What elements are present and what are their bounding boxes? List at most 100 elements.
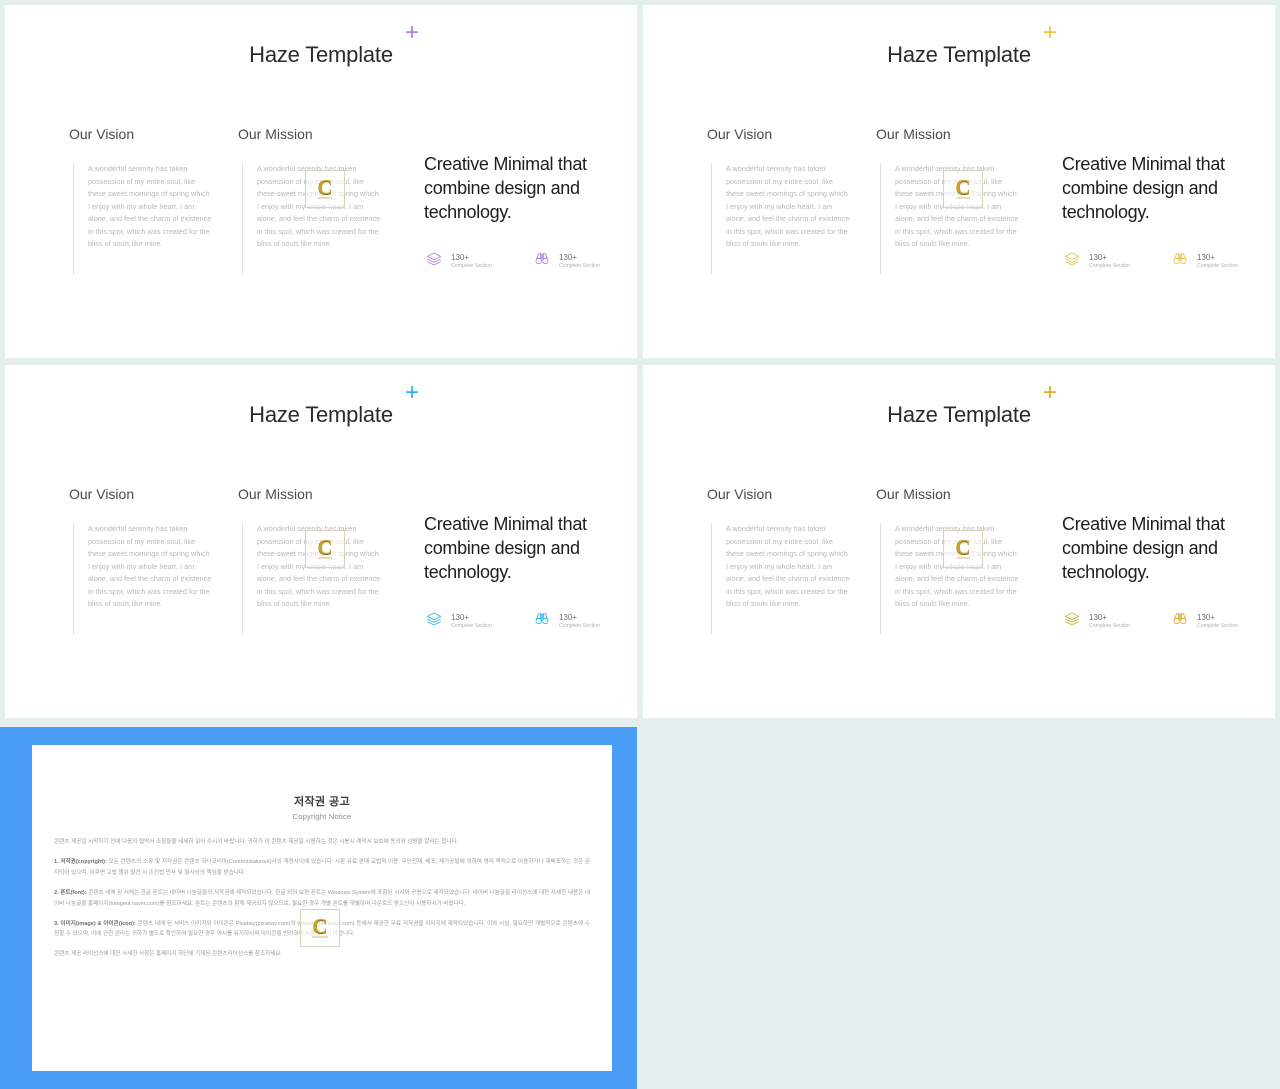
column-heading-vision: Our Vision (69, 126, 135, 142)
document-footer-paragraph: 콘텐츠 제공 라이선스에 대한 사세한 사항은 홈페이지 하단에 기재된 콘텐츠… (54, 951, 283, 958)
document-title-en: Copyright Notice (292, 812, 352, 821)
stat-item: 130+ Complete Section (1172, 611, 1238, 632)
copyright-document-frame[interactable]: 저작권 공고 Copyright Notice 콘텐츠 제공일 시작하기 전에 … (0, 727, 637, 1089)
column-body-mission-text: A wonderful serenity has taken possessio… (257, 164, 381, 249)
column-body-vision: A wonderful serenity has taken possessio… (73, 163, 213, 275)
layers-icon (1064, 611, 1080, 632)
slide-title: Haze Template (887, 42, 1031, 67)
document-section-1: 1. 저작권(copyright): 모든 콘텐츠의 소유 및 저작권은 콘텐츠… (54, 857, 590, 879)
stat-item: 130+ Complete Section (426, 611, 492, 632)
column-heading-mission: Our Mission (876, 126, 951, 142)
stat-number: 130+ (558, 613, 577, 623)
column-body-mission-text: A wonderful serenity has taken possessio… (895, 164, 1019, 249)
stat-caption: Complete Section (451, 623, 492, 630)
stat-number: 130+ (1089, 253, 1108, 263)
stat-item: 130+ Complete Section (1172, 251, 1238, 272)
headline: Creative Minimal that combine design and… (1062, 514, 1225, 582)
slide-title: Haze Template (249, 42, 393, 67)
stat-item: 130+ Complete Section (426, 251, 492, 272)
binoculars-icon (1172, 611, 1188, 632)
document-section-2: 2. 폰트(font): 콘텐츠 내에 된 서체는 한글 폰트는 네이버 나눔글… (54, 888, 590, 910)
column-body-mission: A wonderful serenity has taken possessio… (880, 163, 1020, 275)
slide-content: + Haze Template Our Vision Our Mission A won… (5, 5, 637, 358)
column-heading-vision: Our Vision (707, 486, 773, 502)
stat-text: 130+ Complete Section (1197, 613, 1238, 630)
column-heading-vision: Our Vision (707, 126, 773, 142)
column-body-mission: A wonderful serenity has taken possessio… (242, 523, 382, 635)
column-body-mission-text: A wonderful serenity has taken possessio… (895, 524, 1019, 609)
stat-number: 130+ (1196, 613, 1215, 623)
column-heading-mission: Our Mission (876, 486, 951, 502)
stat-text: 130+ Complete Section (1197, 253, 1238, 270)
column-body-mission-text: A wonderful serenity has taken possessio… (257, 524, 381, 609)
stat-text: 130+ Complete Section (1089, 613, 1130, 630)
binoculars-icon (534, 611, 550, 632)
document-intro-paragraph: 콘텐츠 제공일 시작하기 전에 다음의 협약서 조항들을 세세히 읽어 주시기 … (54, 839, 459, 845)
slide-title: Haze Template (887, 402, 1031, 427)
stat-number: 130+ (451, 253, 470, 263)
slide-title: Haze Template (249, 402, 393, 427)
stat-number: 130+ (558, 253, 577, 263)
stat-item: 130+ Complete Section (534, 251, 600, 272)
headline: Creative Minimal that combine design and… (424, 514, 587, 582)
slide-panel-1[interactable]: + Haze Template Our Vision Our Mission A won… (5, 5, 637, 358)
stats-row: 130+ Complete Section 130+ Complete Section (426, 611, 600, 632)
binoculars-icon (534, 251, 550, 272)
stat-text: 130+ Complete Section (559, 253, 600, 270)
stats-row: 130+ Complete Section 130+ Complete Section (1064, 611, 1238, 632)
stat-text: 130+ Complete Section (559, 613, 600, 630)
stat-number: 130+ (1089, 613, 1108, 623)
headline: Creative Minimal that combine design and… (1062, 154, 1225, 222)
screenshot-canvas: + Haze Template Our Vision Our Mission A won… (0, 0, 1280, 1089)
layers-icon (426, 611, 442, 632)
stat-item: 130+ Complete Section (534, 611, 600, 632)
binoculars-icon (1172, 251, 1188, 272)
slide-content: + Haze Template Our Vision Our Mission A won… (643, 5, 1275, 358)
slide-panel-2[interactable]: + Haze Template Our Vision Our Mission A won… (643, 5, 1275, 358)
column-body-vision: A wonderful serenity has taken possessio… (711, 163, 851, 275)
slide-content: + Haze Template Our Vision Our Mission A won… (5, 365, 637, 718)
stat-item: 130+ Complete Section (1064, 611, 1130, 632)
stat-caption: Complete Section (558, 623, 600, 630)
column-body-vision-text: A wonderful serenity has taken possessio… (726, 524, 850, 609)
document-title-ko: 저작권 공고 (293, 796, 351, 808)
stat-caption: Complete Section (558, 263, 600, 270)
copyright-document-page: 저작권 공고 Copyright Notice 콘텐츠 제공일 시작하기 전에 … (32, 745, 612, 1071)
stat-text: 130+ Complete Section (1089, 253, 1130, 270)
document-section-1-text: 모든 콘텐츠의 소유 및 저작권은 콘텐츠 하나코리아(Contentstake… (54, 858, 590, 876)
document-section-1-heading: 1. 저작권(copyright): (54, 858, 107, 865)
slide-panel-4[interactable]: + Haze Template Our Vision Our Mission A won… (643, 365, 1275, 718)
column-body-vision: A wonderful serenity has taken possessio… (73, 523, 213, 635)
column-body-vision: A wonderful serenity has taken possessio… (711, 523, 851, 635)
stat-caption: Complete Section (1089, 623, 1130, 630)
document-section-2-heading: 2. 폰트(font): (54, 889, 87, 896)
layers-icon (1064, 251, 1080, 272)
slide-content: + Haze Template Our Vision Our Mission A won… (643, 365, 1275, 718)
headline: Creative Minimal that combine design and… (424, 154, 587, 222)
stat-item: 130+ Complete Section (1064, 251, 1130, 272)
stat-caption: Complete Section (1089, 263, 1130, 270)
column-body-vision-text: A wonderful serenity has taken possessio… (88, 524, 212, 609)
document-section-3-heading: 3. 이미지(image) & 아이콘(icon): (54, 920, 136, 927)
stats-row: 130+ Complete Section 130+ Complete Section (426, 251, 600, 272)
stat-caption: Complete Section (1196, 263, 1238, 270)
column-body-mission: A wonderful serenity has taken possessio… (242, 163, 382, 275)
stat-number: 130+ (451, 613, 470, 623)
watermark-logo: C CONTENTS (300, 909, 340, 947)
column-body-mission: A wonderful serenity has taken possessio… (880, 523, 1020, 635)
stat-number: 130+ (1196, 253, 1215, 263)
stat-text: 130+ Complete Section (451, 253, 492, 270)
watermark-subtext: CONTENTS (311, 935, 329, 940)
watermark-letter: C (312, 913, 328, 938)
column-heading-mission: Our Mission (238, 486, 313, 502)
stats-row: 130+ Complete Section 130+ Complete Section (1064, 251, 1238, 272)
document-section-2-text: 콘텐츠 내에 된 서체는 한글 폰트는 네이버 나눔글꼴의 저작권에 제작되었습… (54, 889, 590, 907)
stat-caption: Complete Section (1196, 623, 1238, 630)
column-heading-mission: Our Mission (238, 126, 313, 142)
column-body-vision-text: A wonderful serenity has taken possessio… (88, 164, 212, 249)
column-heading-vision: Our Vision (69, 486, 135, 502)
layers-icon (426, 251, 442, 272)
stat-text: 130+ Complete Section (451, 613, 492, 630)
stat-caption: Complete Section (451, 263, 492, 270)
slide-panel-3[interactable]: + Haze Template Our Vision Our Mission A won… (5, 365, 637, 718)
